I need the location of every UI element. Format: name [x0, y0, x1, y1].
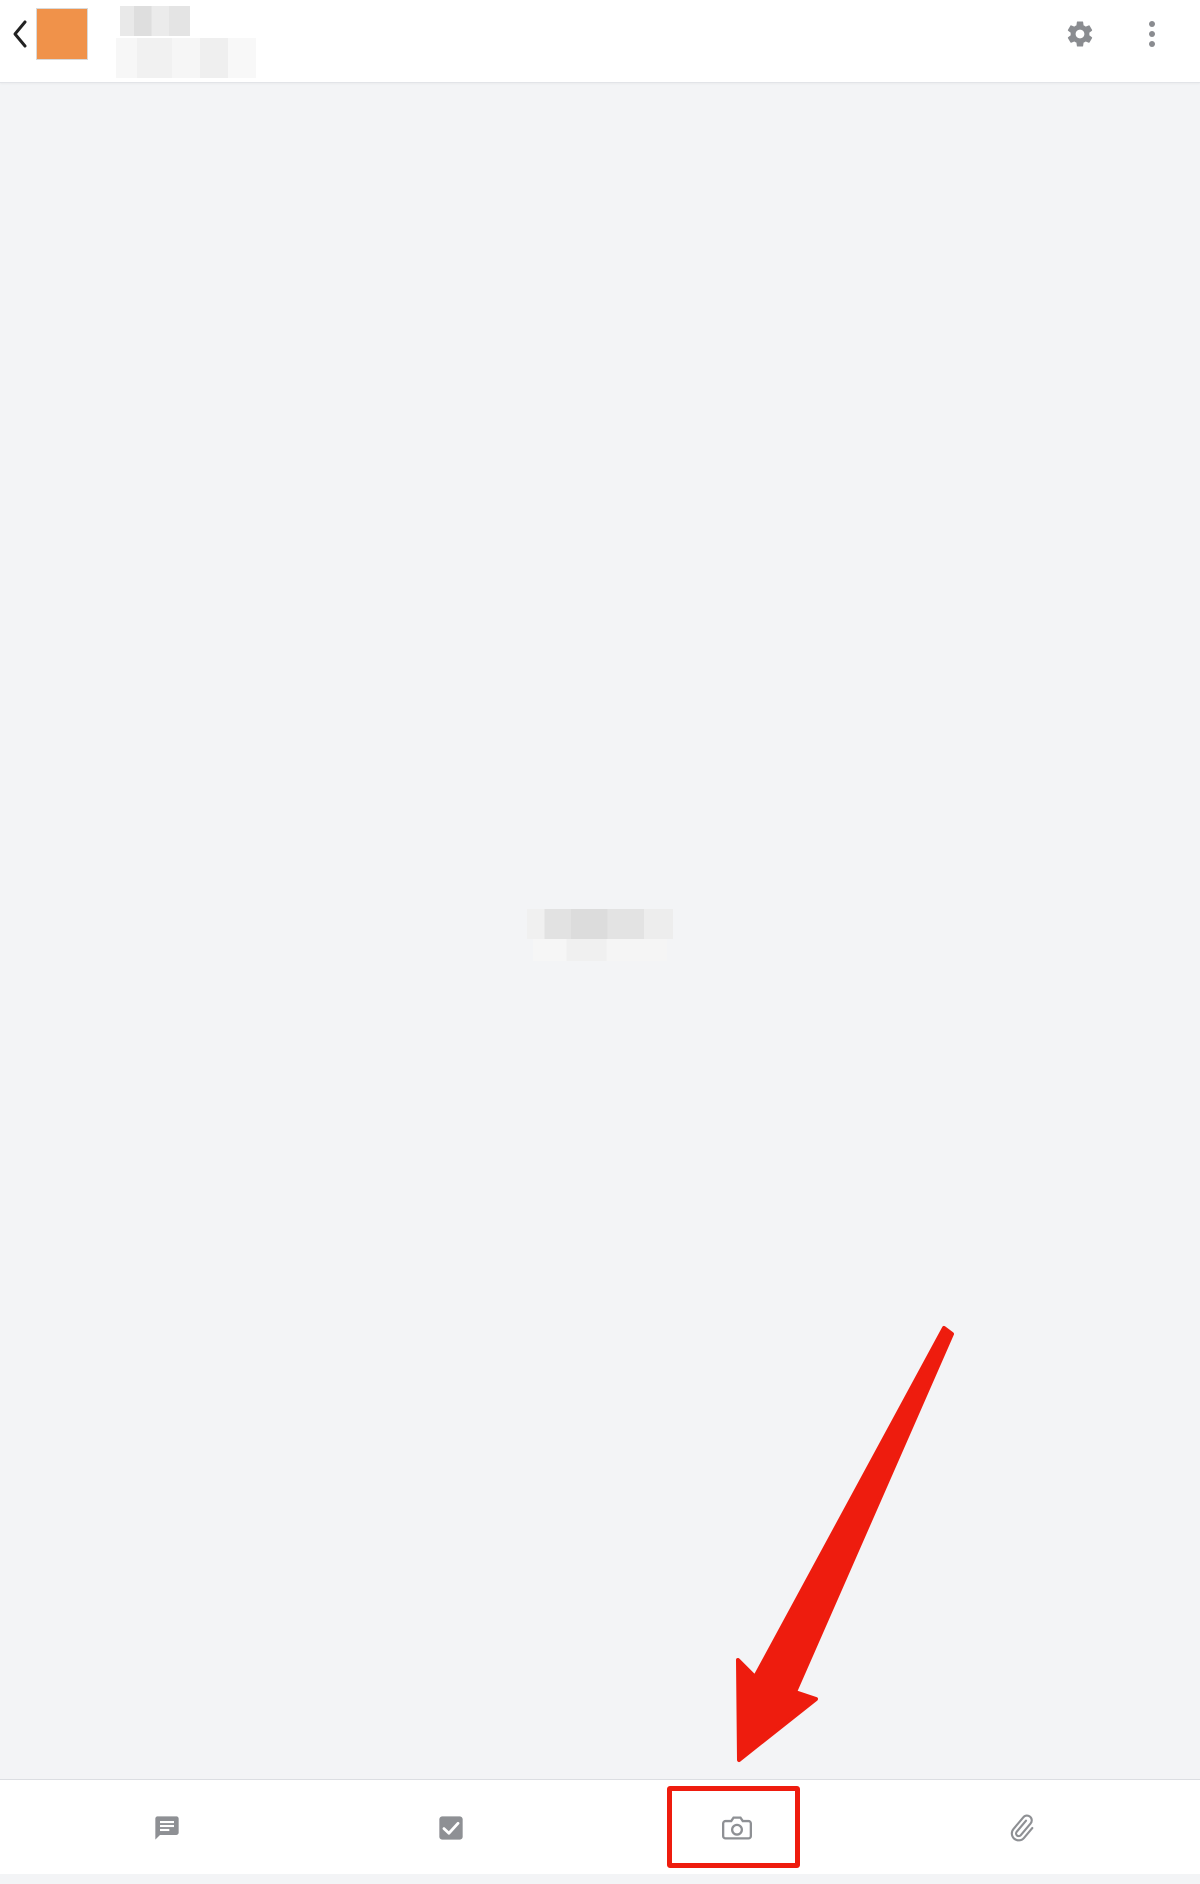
back-button[interactable]	[6, 14, 34, 54]
top-header	[0, 0, 1200, 83]
paperclip-icon	[1010, 1814, 1034, 1841]
checkbox-icon	[439, 1815, 463, 1840]
add-task-button[interactable]	[301, 1780, 601, 1875]
page-subtitle	[116, 38, 256, 78]
add-attachment-button[interactable]	[871, 1780, 1171, 1875]
avatar[interactable]	[36, 8, 88, 60]
bottom-toolbar	[0, 1779, 1200, 1875]
more-options-button[interactable]	[1132, 16, 1172, 52]
chevron-left-icon	[13, 20, 27, 48]
page-title	[120, 6, 190, 36]
app-window	[0, 0, 1200, 1884]
title-block[interactable]	[116, 6, 256, 78]
camera-icon	[722, 1815, 752, 1840]
add-comment-button[interactable]	[17, 1780, 317, 1875]
comment-icon	[155, 1815, 179, 1840]
content-area	[0, 83, 1200, 1779]
more-vertical-icon	[1149, 21, 1155, 47]
gear-icon	[1067, 21, 1093, 47]
bottom-edge	[0, 1874, 1200, 1884]
empty-state-message	[527, 909, 673, 961]
add-photo-button[interactable]	[587, 1780, 887, 1875]
settings-button[interactable]	[1060, 16, 1100, 52]
